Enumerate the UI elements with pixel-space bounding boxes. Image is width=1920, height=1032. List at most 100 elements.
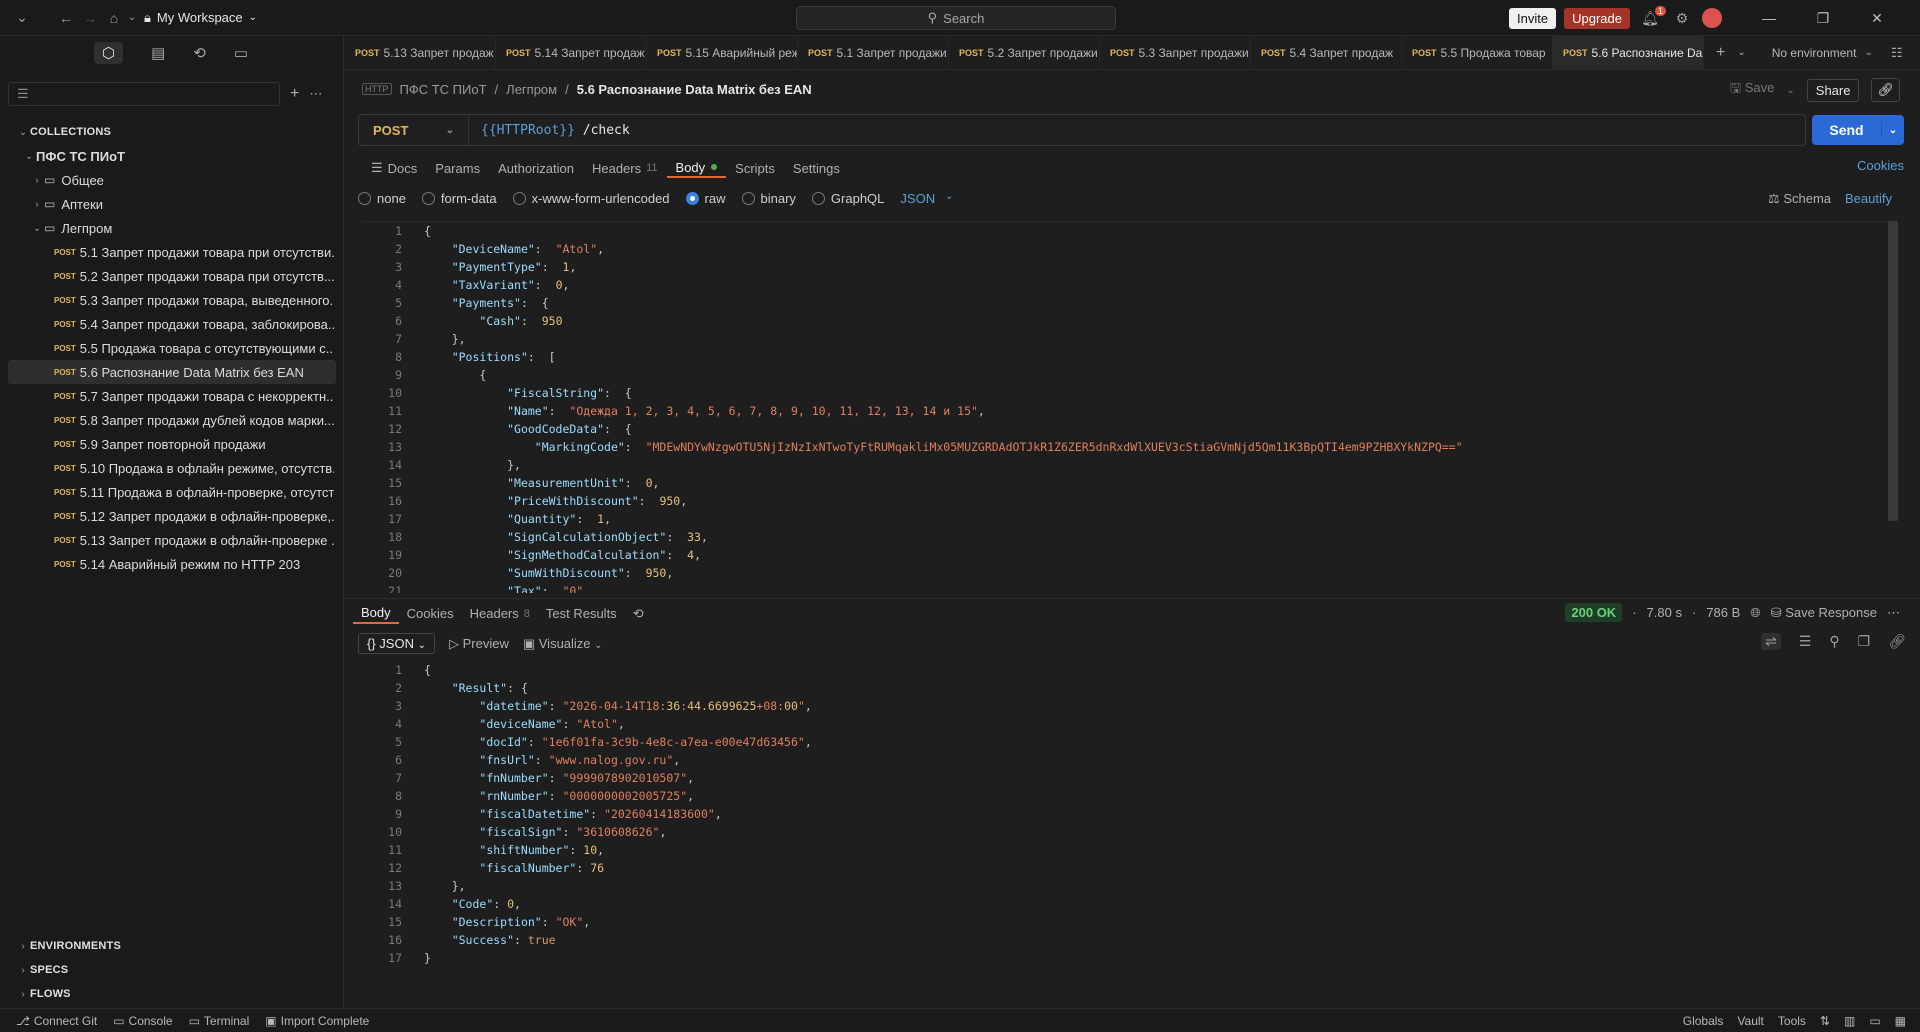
save-dropdown-icon[interactable]: ⌄ <box>1786 85 1794 96</box>
history-icon[interactable]: ⟲ <box>625 604 652 624</box>
folder-legprom[interactable]: ⌄ ▭ Легпром <box>0 216 343 240</box>
request-item[interactable]: POST 5.4 Запрет продажи товара, заблокиро… <box>0 312 334 336</box>
response-size[interactable]: 786 B <box>1706 605 1740 620</box>
url-input[interactable]: {{HTTPRoot}} /check <box>469 123 630 138</box>
response-time[interactable]: 7.80 s <box>1647 605 1682 620</box>
filter-input[interactable]: ☰ <box>8 82 280 106</box>
request-item[interactable]: POST 5.14 Аварийный режим по HTTP 203 <box>0 552 334 576</box>
files-icon[interactable]: ▭ <box>234 44 248 62</box>
tab-params[interactable]: Params <box>426 158 489 178</box>
status-badge[interactable]: 200 OK <box>1565 603 1623 622</box>
save-button[interactable]: 🖫︎ Save <box>1730 79 1774 101</box>
panel-icon[interactable]: ▭ <box>1869 1014 1880 1028</box>
home-chevron-icon[interactable]: ⌄ <box>126 12 138 23</box>
tab-docs[interactable]: ☰ Docs <box>362 158 426 178</box>
beautify-button[interactable]: Beautify <box>1845 191 1892 207</box>
editor-scrollbar[interactable] <box>1888 221 1898 521</box>
back-arrow-icon[interactable]: ← <box>54 10 78 26</box>
cookies-link[interactable]: Cookies <box>1857 158 1904 173</box>
plus-icon[interactable]: + <box>290 85 299 103</box>
globals-button[interactable]: Globals <box>1683 1014 1724 1028</box>
grid-icon[interactable]: ▦ <box>1895 1014 1906 1028</box>
request-item[interactable]: POST 5.10 Продажа в офлайн режиме, отсутс… <box>0 456 334 480</box>
upgrade-button[interactable]: Upgrade <box>1564 7 1630 29</box>
connect-git-button[interactable]: ⎇ Connect Git <box>16 1014 97 1028</box>
wrap-icon[interactable]: ⇌ <box>1761 633 1781 650</box>
forward-arrow-icon[interactable]: → <box>78 10 102 26</box>
resp-tab-cookies[interactable]: Cookies <box>399 604 462 624</box>
send-dropdown-icon[interactable]: ⌄ <box>1882 125 1904 136</box>
bell-icon[interactable]: 🔔︎ 1 <box>1638 5 1666 27</box>
tools-button[interactable]: Tools <box>1778 1014 1806 1028</box>
collection-root[interactable]: ⌄ ПФС ТС ПИоТ <box>0 144 343 168</box>
request-item[interactable]: POST 5.8 Запрет продажи дублей кодов марк… <box>0 408 334 432</box>
vault-button[interactable]: Vault <box>1737 1014 1763 1028</box>
link-icon[interactable]: 🔗︎ <box>1871 78 1900 102</box>
radio-raw[interactable]: raw <box>685 191 726 206</box>
resp-tab-headers[interactable]: Headers 8 <box>462 604 538 624</box>
request-item[interactable]: POST 5.3 Запрет продажи товара, выведенно… <box>0 288 334 312</box>
copy-icon[interactable]: ❐ <box>1858 633 1871 650</box>
close-icon[interactable]: ✕ <box>1854 10 1900 27</box>
folder-obshee[interactable]: › ▭ Общее <box>0 168 343 192</box>
save-response-button[interactable]: ⛁ Save Response <box>1771 605 1877 621</box>
tab-settings[interactable]: Settings <box>784 158 849 178</box>
request-tab[interactable]: POST 5.3 Запрет продажи <box>1100 35 1251 70</box>
preview-button[interactable]: ▷ Preview <box>449 636 509 652</box>
request-tab[interactable]: POST 5.5 Продажа товар <box>1402 35 1553 70</box>
menu-chevron-icon[interactable]: ⌄ <box>10 9 34 26</box>
home-icon[interactable]: ⌂ <box>102 10 126 26</box>
link-icon[interactable]: 🔗︎ <box>1888 633 1906 650</box>
collections-icon[interactable]: ⬡ <box>94 42 124 64</box>
request-item[interactable]: POST 5.2 Запрет продажи товара при отсутс… <box>0 264 334 288</box>
tab-authorization[interactable]: Authorization <box>489 158 583 178</box>
folder-apteki[interactable]: › ▭ Аптеки <box>0 192 343 216</box>
layout-icon[interactable]: ▥ <box>1844 1014 1855 1028</box>
console-button[interactable]: ▭ Console <box>113 1014 172 1028</box>
language-select[interactable]: JSON ⌄ <box>900 191 953 206</box>
history-icon[interactable]: ⟲ <box>193 44 206 62</box>
more-icon[interactable]: ⋯ <box>309 86 322 102</box>
request-item[interactable]: POST 5.11 Продажа в офлайн-проверке, отсу… <box>0 480 334 504</box>
visualize-button[interactable]: ▣ Visualize ⌄ <box>523 636 603 652</box>
request-body-editor[interactable]: 1{2 "DeviceName": "Atol", 3 "PaymentType"… <box>362 221 1898 593</box>
radio-none[interactable]: none <box>358 191 406 206</box>
request-item[interactable]: POST 5.1 Запрет продажи товара при отсутс… <box>0 240 334 264</box>
search-input[interactable]: ⚲ Search <box>796 6 1116 30</box>
resp-tab-tests[interactable]: Test Results <box>538 604 625 624</box>
flows-section[interactable]: › FLOWS <box>16 982 71 1006</box>
gear-icon[interactable]: ⚙ <box>1670 10 1694 27</box>
terminal-button[interactable]: ▭ Terminal <box>189 1014 250 1028</box>
environments-icon[interactable]: ▤ <box>151 44 165 62</box>
format-select[interactable]: {} JSON ⌄ <box>358 633 435 654</box>
request-tab[interactable]: POST 5.15 Аварийный реж <box>647 35 798 70</box>
settings-icon[interactable]: ⇅ <box>1820 1014 1830 1028</box>
environments-section[interactable]: › ENVIRONMENTS <box>16 934 121 958</box>
search-icon[interactable]: ⚲ <box>1829 633 1839 650</box>
tab-body[interactable]: Body <box>666 158 727 178</box>
request-item[interactable]: POST 5.9 Запрет повторной продажи <box>0 432 334 456</box>
request-tab[interactable]: POST 5.4 Запрет продаж <box>1251 35 1402 70</box>
resp-tab-body[interactable]: Body <box>353 604 399 624</box>
request-tab[interactable]: POST 5.13 Запрет продаж <box>345 35 496 70</box>
radio-form-data[interactable]: form-data <box>421 191 497 206</box>
chevron-down-icon[interactable]: ⌄ <box>1864 47 1872 58</box>
request-item[interactable]: POST 5.5 Продажа товара с отсутствующими … <box>0 336 334 360</box>
filter-icon[interactable]: ☰ <box>1799 633 1812 650</box>
request-item[interactable]: POST 5.6 Распознание Data Matrix без EAN <box>8 360 336 384</box>
new-tab-icon[interactable]: + <box>1716 44 1725 62</box>
avatar[interactable] <box>1702 8 1722 28</box>
tab-headers[interactable]: Headers 11 <box>583 158 667 178</box>
schema-button[interactable]: ⚖ Schema <box>1768 191 1831 207</box>
collections-header[interactable]: ⌄ COLLECTIONS <box>0 120 343 144</box>
tabs-dropdown-icon[interactable]: ⌄ <box>1737 47 1745 58</box>
import-status[interactable]: ▣ Import Complete <box>265 1014 369 1028</box>
share-button[interactable]: Share <box>1806 78 1860 102</box>
request-item[interactable]: POST 5.13 Запрет продажи в офлайн-проверк… <box>0 528 334 552</box>
request-tab[interactable]: POST 5.1 Запрет продажи <box>798 35 949 70</box>
more-icon[interactable]: ⋯ <box>1887 605 1900 621</box>
request-item[interactable]: POST 5.7 Запрет продажи товара с некоррек… <box>0 384 334 408</box>
radio-urlencoded[interactable]: x-www-form-urlencoded <box>512 191 670 206</box>
request-tab[interactable]: POST 5.6 Распознание Da <box>1553 35 1704 70</box>
environment-selector[interactable]: No environment <box>1772 46 1857 60</box>
